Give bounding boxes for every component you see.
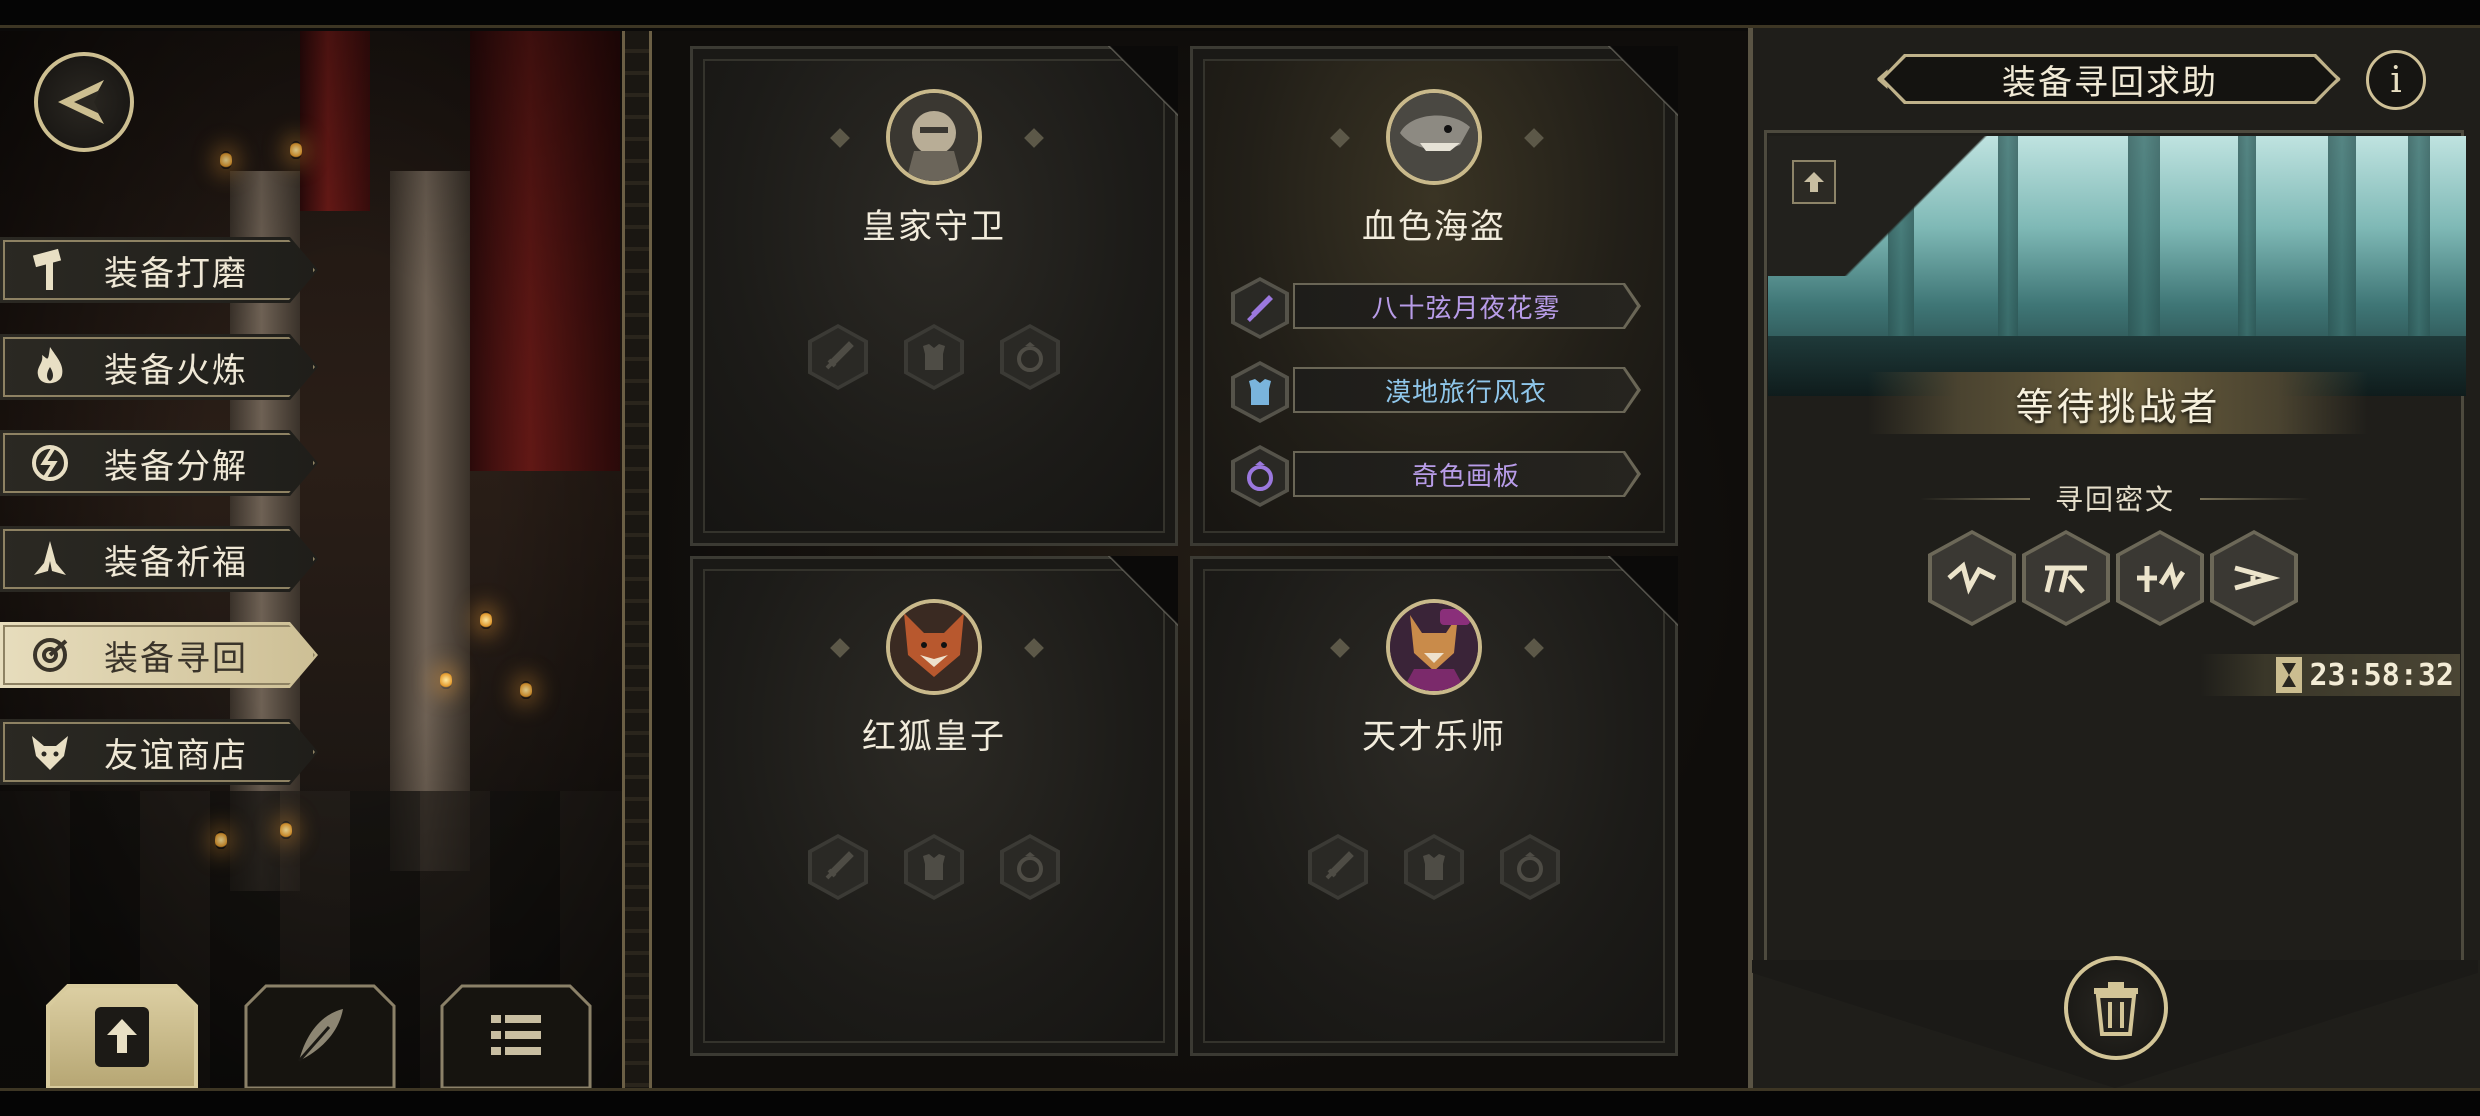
back-button[interactable] [34,52,134,152]
panel-title: 装备寻回求助 [1884,57,2336,101]
tab-list[interactable] [440,984,592,1088]
flame-icon [24,341,76,393]
accessory-slot[interactable] [1000,834,1060,900]
rune-1-icon [1947,561,1997,595]
menu-item-polish[interactable]: 装备打磨 [0,237,318,303]
weapon-slot[interactable] [808,324,868,390]
menu-label: 友谊商店 [104,735,248,776]
back-arrow-icon [58,80,104,124]
menu-label: 装备打磨 [104,253,248,294]
sword-icon [825,341,854,370]
tab-upload[interactable] [46,984,198,1088]
fox-shop-icon [24,726,76,778]
rune-1 [1928,530,2016,626]
menu-label: 装备祈福 [104,542,248,583]
cipher-label: 寻回密文 [2054,483,2175,516]
trash-icon [2094,982,2138,1036]
rune-2 [2022,530,2110,626]
hero-name: 血色海盗 [1362,207,1506,247]
rune-2-icon [2044,565,2087,594]
armor-slot[interactable] [904,834,964,900]
hero-card-red-fox-prince[interactable]: 红狐皇子 [690,556,1178,1056]
menu-item-blessing[interactable]: 装备祈福 [0,526,318,592]
sword-icon [1325,851,1354,880]
crimson-pirate-portrait [1386,89,1482,185]
panel-divider [622,31,652,1088]
menu-label: 装备火炼 [104,350,248,391]
armor-icon [1423,854,1445,880]
weapon-slot[interactable] [808,834,868,900]
disassemble-icon [24,437,76,489]
armor-icon [923,854,945,880]
menu-label: 装备分解 [104,446,248,487]
rune-4-icon [2234,565,2281,591]
equip-label: 八十弦月夜花雾 [1295,285,1637,327]
armor-icon [1249,379,1271,405]
countdown-text: 23:58:32 [2309,657,2455,693]
hammer-icon [24,244,76,296]
menu-item-disassemble[interactable]: 装备分解 [0,430,318,496]
feather-icon [297,1009,343,1062]
menu-item-retrieve[interactable]: 装备寻回 [0,622,318,688]
delete-button[interactable] [2064,956,2168,1060]
bottom-letterbox [0,1088,2480,1116]
ring-icon [1517,852,1543,882]
equipped-accessory[interactable]: 奇色画板 [1231,445,1641,507]
hourglass-icon [2275,657,2302,693]
red-fox-prince-portrait [886,599,982,695]
menu-item-friend-shop[interactable]: 友谊商店 [0,719,318,785]
rune-3 [2116,530,2204,626]
countdown: 23:58:32 [2200,654,2460,696]
armor-icon [923,344,945,370]
tab-feather[interactable] [244,984,396,1088]
list-icon [491,1015,541,1055]
accessory-slot[interactable] [1000,324,1060,390]
status-text: 等待挑战者 [1868,372,2368,434]
info-button[interactable]: i [2366,50,2426,110]
equip-label: 漠地旅行风衣 [1295,369,1637,411]
ring-icon [1017,852,1043,882]
retrieve-icon [24,629,76,681]
hero-name: 天才乐师 [1362,717,1506,757]
page-curl [1768,136,1988,276]
armor-slot[interactable] [1404,834,1464,900]
hero-name: 红狐皇子 [862,717,1006,757]
cipher-runes [1928,530,2298,626]
hero-name: 皇家守卫 [862,207,1006,247]
royal-guard-portrait [886,89,982,185]
hero-card-genius-musician[interactable]: 天才乐师 [1190,556,1678,1056]
accessory-slot[interactable] [1500,834,1560,900]
ring-icon [1247,461,1273,491]
menu-item-forge[interactable]: 装备火炼 [0,334,318,400]
armor-slot[interactable] [904,324,964,390]
equip-label: 奇色画板 [1295,453,1637,495]
hero-card-crimson-pirate[interactable]: 血色海盗 八十弦月夜花雾 漠地旅行风衣 奇色画板 [1190,46,1678,546]
rune-4 [2210,530,2298,626]
sword-icon [1247,295,1273,322]
equipped-armor[interactable]: 漠地旅行风衣 [1231,361,1641,423]
equipped-weapon[interactable]: 八十弦月夜花雾 [1231,277,1641,339]
rune-3-icon [2137,561,2186,592]
upload-small-icon[interactable] [1792,160,1836,204]
top-letterbox [0,0,2480,28]
hero-card-royal-guard[interactable]: 皇家守卫 [690,46,1178,546]
menu-label: 装备寻回 [104,638,248,679]
weapon-slot[interactable] [1308,834,1368,900]
genius-musician-portrait [1386,599,1482,695]
ring-icon [1017,342,1043,372]
praying-hands-icon [24,533,76,585]
sword-icon [825,851,854,880]
upload-icon [95,1007,149,1067]
